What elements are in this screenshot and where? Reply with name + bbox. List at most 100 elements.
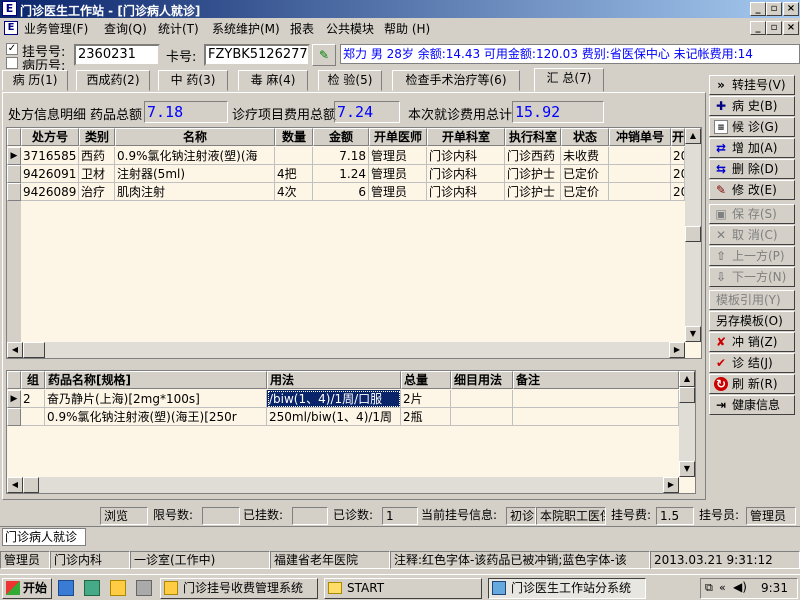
prescription-detail-grid[interactable]: 组 药品名称[规格] 用法 总量 细目用法 备注 ▶ 2 奋乃静片(上海)[2m… — [6, 370, 696, 494]
scroll-thumb[interactable] — [23, 342, 45, 358]
row-header[interactable] — [7, 183, 21, 201]
table-cell[interactable]: 治疗 — [79, 183, 115, 201]
table-cell[interactable]: 9426089 — [21, 183, 79, 201]
expand-tray-icon[interactable]: « — [719, 581, 726, 594]
table-cell[interactable]: 4次 — [275, 183, 313, 201]
menu-stats[interactable]: 统计(T) — [158, 20, 199, 37]
table-cell[interactable] — [275, 147, 313, 165]
card-number-input[interactable]: FZYBK51262778 — [204, 44, 310, 66]
menu-public[interactable]: 公共模块 — [326, 20, 374, 37]
row-header[interactable] — [7, 408, 21, 426]
table-cell[interactable]: 门诊内科 — [427, 165, 505, 183]
quicklaunch-app-icon[interactable] — [136, 580, 152, 596]
tab-exam-surgery[interactable]: 检查手术治疗等(6) — [392, 70, 520, 91]
history-button[interactable]: ✚ 病 史(B) — [709, 96, 795, 116]
write-off-button[interactable]: ✘ 冲 销(Z) — [709, 332, 795, 352]
transfer-registration-button[interactable]: » 转挂号(V) — [709, 75, 795, 95]
scroll-right-icon[interactable]: ▶ — [663, 477, 679, 493]
table-cell[interactable]: 0.9%氯化钠注射液(塑)(海 — [115, 147, 275, 165]
refresh-button[interactable]: ↻ 刷 新(R) — [709, 374, 795, 394]
menu-reports[interactable]: 报表 — [290, 20, 314, 37]
col-header[interactable]: 细目用法 — [451, 371, 513, 389]
table-cell[interactable]: 4把 — [275, 165, 313, 183]
table-cell[interactable]: 门诊护士 — [505, 183, 561, 201]
table-cell[interactable] — [21, 408, 45, 426]
task-start-folder[interactable]: START — [324, 578, 482, 599]
table-cell[interactable]: 2片 — [401, 390, 451, 408]
table-cell[interactable] — [451, 390, 513, 408]
table-cell[interactable]: 奋乃静片(上海)[2mg*100s] — [45, 390, 267, 408]
table-cell[interactable]: 管理员 — [369, 183, 427, 201]
row-header[interactable] — [7, 165, 21, 183]
table-cell[interactable]: 2瓶 — [401, 408, 451, 426]
save-template-button[interactable]: 另存模板(O) — [709, 311, 795, 331]
quicklaunch-ie-icon[interactable] — [58, 580, 74, 596]
table-cell[interactable]: 西药 — [79, 147, 115, 165]
col-header[interactable]: 金额 — [313, 128, 369, 146]
table-cell[interactable]: 管理员 — [369, 165, 427, 183]
start-button[interactable]: 开始 — [2, 578, 52, 599]
table-cell[interactable]: 20 — [671, 147, 685, 165]
prev-prescription-button[interactable]: ⇧ 上一方(P) — [709, 246, 795, 266]
vertical-scrollbar[interactable]: ▲ ▼ — [679, 371, 695, 477]
reg-checkbox[interactable]: ✓ — [6, 43, 18, 55]
restore-button[interactable]: ▫ — [766, 2, 782, 16]
health-info-button[interactable]: ⇥ 健康信息 — [709, 395, 795, 415]
waiting-button[interactable]: ≡ 候 诊(G) — [709, 117, 795, 137]
tab-chinese-medicine[interactable]: 中 药(3) — [158, 70, 228, 91]
task-registration-system[interactable]: 门诊挂号收费管理系统 — [160, 578, 318, 599]
table-cell[interactable] — [513, 408, 679, 426]
volume-icon[interactable]: ◀) — [733, 580, 747, 594]
row-indicator-icon[interactable]: ▶ — [7, 390, 21, 408]
table-cell[interactable]: 未收费 — [561, 147, 609, 165]
scroll-down-icon[interactable]: ▼ — [685, 326, 701, 342]
table-cell[interactable]: 1.24 — [313, 165, 369, 183]
menu-sysmaint[interactable]: 系统维护(M) — [212, 20, 280, 37]
table-cell[interactable]: 20 — [671, 183, 685, 201]
prescription-grid[interactable]: 处方号 类别 名称 数量 金额 开单医师 开单科室 执行科室 状态 冲销单号 开… — [6, 127, 702, 359]
delete-button[interactable]: ⇆ 删 除(D) — [709, 159, 795, 179]
cancel-button[interactable]: ✕ 取 消(C) — [709, 225, 795, 245]
col-header[interactable]: 总量 — [401, 371, 451, 389]
scroll-up-icon[interactable]: ▲ — [685, 128, 701, 144]
table-cell[interactable] — [451, 408, 513, 426]
network-icon[interactable]: ⧉ — [705, 581, 713, 595]
table-cell[interactable]: 已定价 — [561, 183, 609, 201]
mdi-child-icon[interactable]: E — [4, 21, 18, 35]
save-button[interactable]: ▣ 保 存(S) — [709, 204, 795, 224]
scroll-down-icon[interactable]: ▼ — [679, 461, 695, 477]
col-header[interactable]: 开单医师 — [369, 128, 427, 146]
table-cell[interactable]: 注射器(5ml) — [115, 165, 275, 183]
row-indicator-icon[interactable]: ▶ — [7, 147, 21, 165]
table-cell[interactable]: 门诊内科 — [427, 147, 505, 165]
child-minimize-button[interactable]: _ — [750, 21, 766, 35]
card-reader-icon[interactable]: ✎ — [312, 44, 336, 66]
col-header[interactable]: 用法 — [267, 371, 401, 389]
table-cell[interactable]: 3716585 — [21, 147, 79, 165]
table-cell[interactable]: 250ml/biw(1、4)/1周 — [267, 408, 401, 426]
table-cell[interactable] — [609, 165, 671, 183]
col-header[interactable]: 备注 — [513, 371, 679, 389]
col-header[interactable]: 名称 — [115, 128, 275, 146]
col-header[interactable]: 开单科室 — [427, 128, 505, 146]
edit-button[interactable]: ✎ 修 改(E) — [709, 180, 795, 200]
scroll-left-icon[interactable]: ◀ — [7, 342, 23, 358]
scroll-thumb[interactable] — [685, 226, 701, 242]
col-header[interactable]: 执行科室 — [505, 128, 561, 146]
tab-lab-test[interactable]: 检 验(5) — [318, 70, 382, 91]
tab-western-medicine[interactable]: 西成药(2) — [76, 70, 150, 91]
child-restore-button[interactable]: ▫ — [766, 21, 782, 35]
col-header[interactable]: 类别 — [79, 128, 115, 146]
close-button[interactable]: × — [783, 2, 799, 16]
table-cell[interactable]: 2 — [21, 390, 45, 408]
table-cell[interactable]: 门诊护士 — [505, 165, 561, 183]
scroll-up-icon[interactable]: ▲ — [679, 371, 695, 387]
col-header[interactable]: 组 — [21, 371, 45, 389]
tab-narcotics[interactable]: 毒 麻(4) — [238, 70, 308, 91]
table-cell[interactable] — [609, 183, 671, 201]
menu-help[interactable]: 帮助 (H) — [384, 20, 430, 37]
window-tab[interactable]: 门诊病人就诊 — [2, 528, 86, 546]
quicklaunch-explorer-icon[interactable] — [110, 580, 126, 596]
tab-summary[interactable]: 汇 总(7) — [534, 68, 604, 92]
scroll-left-icon[interactable]: ◀ — [7, 477, 23, 493]
